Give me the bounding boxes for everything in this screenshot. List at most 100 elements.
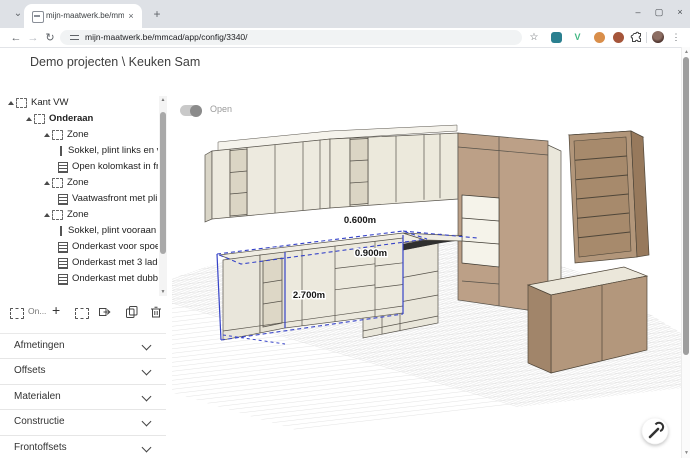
scroll-down-icon[interactable]: ▼ bbox=[159, 288, 167, 296]
toggle-knob[interactable] bbox=[190, 105, 202, 117]
expand-triangle-icon[interactable] bbox=[42, 178, 52, 188]
tree-item-label: Onderaan bbox=[49, 111, 93, 127]
section-label: Offsets bbox=[14, 359, 46, 383]
tree-item-label: Sokkel, plint vooraan bbox=[68, 223, 156, 239]
open-toggle-label: Open bbox=[210, 104, 232, 114]
frame-icon bbox=[16, 98, 27, 108]
frame-icon bbox=[52, 130, 63, 140]
tree-item-sokkel-vooraan[interactable]: Sokkel, plint vooraan bbox=[0, 223, 158, 239]
section-label: Frontoffsets bbox=[14, 436, 67, 458]
delete-icon[interactable] bbox=[149, 305, 163, 319]
3d-viewer-canvas[interactable]: 0.600m 0.900m 2.700m Open bbox=[172, 95, 681, 458]
extensions-puzzle-icon[interactable] bbox=[630, 31, 643, 44]
open-toggle[interactable] bbox=[180, 105, 202, 116]
tree-toolbar: On... + bbox=[0, 300, 172, 330]
tree-item-label: Zone bbox=[67, 207, 89, 223]
new-tab-button[interactable]: + bbox=[150, 7, 164, 21]
reload-icon[interactable]: ↻ bbox=[42, 30, 58, 46]
plinth-icon bbox=[60, 146, 62, 156]
window-close-button[interactable]: × bbox=[671, 4, 689, 20]
tree-item-onderkast-dubbele[interactable]: Onderkast met dubbele ... bbox=[0, 271, 158, 287]
browser-toolbar: ← → ↻ mijn-maatwerk.be/mmcad/app/config/… bbox=[0, 28, 690, 48]
extension-icon-2[interactable] bbox=[594, 32, 605, 43]
chevron-down-icon[interactable] bbox=[142, 366, 152, 376]
window-maximize-button[interactable]: ▢ bbox=[650, 4, 668, 20]
breadcrumb: Demo projecten \ Keuken Sam bbox=[30, 55, 200, 69]
selection-label: On... bbox=[28, 306, 48, 316]
tree-item-zone-2[interactable]: Zone bbox=[0, 175, 158, 191]
expand-triangle-icon[interactable] bbox=[42, 210, 52, 220]
accordion-section-materialen[interactable]: Materialen bbox=[0, 385, 166, 410]
section-label: Constructie bbox=[14, 410, 65, 434]
dimension-label-length: 2.700m bbox=[293, 290, 325, 301]
frame-icon bbox=[34, 114, 45, 124]
tree-item-open-kolomkast[interactable]: Open kolomkast in front... bbox=[0, 159, 158, 175]
section-label: Materialen bbox=[14, 385, 61, 409]
chevron-down-icon[interactable] bbox=[142, 391, 152, 401]
section-label: Afmetingen bbox=[14, 334, 65, 358]
page-scrollbar[interactable]: ▲ ▼ bbox=[681, 47, 690, 458]
chevron-down-icon[interactable] bbox=[142, 442, 152, 452]
tree-item-label: Onderkast met 3 lades, ... bbox=[72, 255, 158, 271]
tree-item-label: Kant VW bbox=[31, 95, 69, 111]
back-icon[interactable]: ← bbox=[8, 30, 24, 46]
scroll-up-icon[interactable]: ▲ bbox=[159, 96, 167, 104]
expand-triangle-icon[interactable] bbox=[24, 114, 34, 124]
extension-icon-3[interactable] bbox=[613, 32, 624, 43]
cabinet-icon bbox=[58, 242, 68, 253]
tab-close-icon[interactable]: × bbox=[125, 10, 137, 22]
forward-icon[interactable]: → bbox=[25, 30, 41, 46]
add-button[interactable]: + bbox=[52, 302, 60, 318]
chevron-down-icon[interactable] bbox=[142, 341, 152, 351]
properties-accordion: Afmetingen Offsets Materialen Constructi… bbox=[0, 333, 166, 458]
tree-item-label: Onderkast voor spoelba... bbox=[72, 239, 158, 255]
tree-item-label: Onderkast met dubbele ... bbox=[72, 271, 158, 287]
tab-favicon-icon bbox=[32, 11, 44, 23]
tree-item-sokkel-links[interactable]: Sokkel, plint links en voo... bbox=[0, 143, 158, 159]
tree-item-onderkast-spoelbak[interactable]: Onderkast voor spoelba... bbox=[0, 239, 158, 255]
tab-strip: ⌄ mijn-maatwerk.be/mmcad/app... × + – ▢ … bbox=[0, 0, 690, 28]
tree-item-zone-1[interactable]: Zone bbox=[0, 127, 158, 143]
tree-item-zone-3[interactable]: Zone bbox=[0, 207, 158, 223]
tree-item-vaatwasfront[interactable]: Vaatwasfront met plint e... bbox=[0, 191, 158, 207]
export-icon[interactable] bbox=[98, 305, 112, 319]
frame-icon bbox=[52, 178, 63, 188]
tree-item-kant-vw[interactable]: Kant VW bbox=[0, 95, 158, 111]
browser-window: ⌄ mijn-maatwerk.be/mmcad/app... × + – ▢ … bbox=[0, 0, 690, 458]
browser-tab[interactable]: mijn-maatwerk.be/mmcad/app... × bbox=[24, 4, 142, 28]
page-scrollbar-thumb[interactable] bbox=[683, 57, 689, 355]
bookmark-star-icon[interactable]: ☆ bbox=[527, 30, 541, 45]
tree-scrollbar-thumb[interactable] bbox=[160, 112, 166, 254]
browser-menu-icon[interactable]: ⋮ bbox=[671, 30, 681, 45]
accordion-section-offsets[interactable]: Offsets bbox=[0, 359, 166, 384]
kitchen-3d-scene: 0.600m 0.900m 2.700m bbox=[172, 95, 681, 458]
accordion-section-frontoffsets[interactable]: Frontoffsets bbox=[0, 436, 166, 458]
cabinet-icon bbox=[58, 258, 68, 269]
expand-triangle-icon[interactable] bbox=[6, 98, 16, 108]
extension-icon-1[interactable] bbox=[551, 32, 562, 43]
url-text[interactable]: mijn-maatwerk.be/mmcad/app/config/3340/ bbox=[85, 30, 248, 45]
extension-icon-vue[interactable]: V bbox=[572, 32, 583, 43]
chevron-down-icon[interactable] bbox=[142, 417, 152, 427]
accordion-section-afmetingen[interactable]: Afmetingen bbox=[0, 334, 166, 359]
tree-item-onderaan[interactable]: Onderaan bbox=[0, 111, 158, 127]
tree-item-label: Open kolomkast in front... bbox=[72, 159, 158, 175]
site-settings-icon[interactable] bbox=[70, 35, 79, 41]
tree-scrollbar[interactable]: ▲ ▼ bbox=[159, 96, 167, 296]
scroll-up-icon[interactable]: ▲ bbox=[682, 47, 690, 57]
expand-triangle-icon[interactable] bbox=[42, 130, 52, 140]
accordion-section-constructie[interactable]: Constructie bbox=[0, 410, 166, 435]
tree-item-onderkast-lades[interactable]: Onderkast met 3 lades, ... bbox=[0, 255, 158, 271]
dimension-label-width: 0.600m bbox=[344, 215, 376, 226]
address-bar[interactable]: mijn-maatwerk.be/mmcad/app/config/3340/ bbox=[60, 30, 522, 45]
profile-avatar[interactable] bbox=[652, 31, 664, 43]
copy-icon[interactable] bbox=[125, 305, 139, 319]
zone-frame-icon[interactable] bbox=[75, 308, 89, 319]
cabinet-icon bbox=[58, 194, 68, 205]
window-minimize-button[interactable]: – bbox=[629, 4, 647, 20]
kitchen-cabinets bbox=[205, 125, 649, 373]
scroll-down-icon[interactable]: ▼ bbox=[682, 448, 690, 458]
tools-fab-button[interactable] bbox=[642, 418, 668, 444]
selection-frame-icon[interactable] bbox=[10, 308, 24, 319]
plinth-icon bbox=[60, 226, 62, 236]
